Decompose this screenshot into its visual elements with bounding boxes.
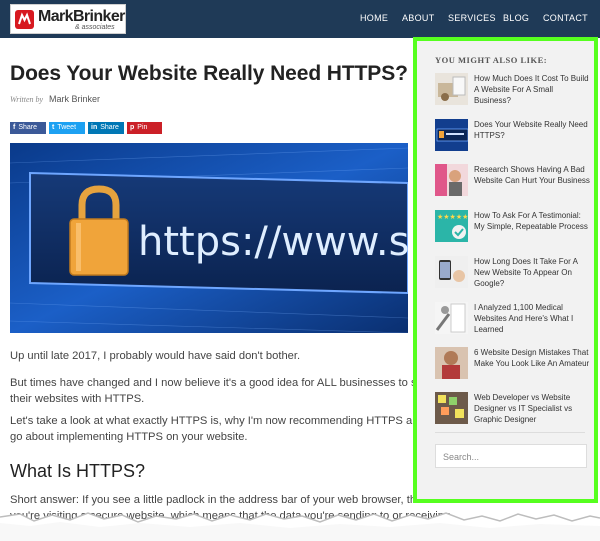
related-post-item[interactable]: I Analyzed 1,100 Medical Websites And He…	[435, 302, 587, 342]
post-thumbnail: ★★★★★	[435, 210, 468, 242]
post-title-link[interactable]: Does Your Website Really Need HTTPS?	[474, 119, 590, 141]
post-thumbnail	[435, 392, 468, 424]
twitter-icon: t	[52, 124, 55, 131]
pin-label: Pin	[137, 124, 148, 131]
body-paragraph-1: But times have changed and I now believe…	[10, 377, 445, 405]
nav-home[interactable]: HOME	[360, 13, 388, 23]
facebook-icon: f	[13, 124, 16, 131]
facebook-share-button[interactable]: f Share	[10, 122, 46, 134]
site-logo[interactable]: MarkBrinker & associates	[10, 4, 126, 34]
logo-subtext: & associates	[75, 24, 115, 31]
related-post-item[interactable]: How Much Does It Cost To Build A Website…	[435, 73, 590, 113]
nav-blog[interactable]: BLOG	[503, 13, 529, 23]
section-heading: What Is HTTPS?	[10, 461, 146, 481]
twitter-tweet-button[interactable]: t Tweet	[49, 122, 85, 134]
logo-mark-icon	[15, 10, 34, 29]
related-post-item[interactable]: How Long Does It Take For A New Website …	[435, 256, 587, 296]
related-post-item[interactable]: Does Your Website Really Need HTTPS?	[435, 119, 590, 159]
post-thumbnail	[435, 302, 468, 334]
byline-prefix: Written by	[10, 95, 44, 104]
search-input[interactable]: Search...	[435, 444, 587, 468]
pinterest-icon: p	[130, 124, 135, 131]
svg-text:★★★★★: ★★★★★	[437, 213, 468, 221]
post-thumbnail	[435, 347, 468, 379]
hero-url-text: https://www.ssl	[138, 219, 408, 265]
post-thumbnail	[435, 164, 468, 196]
site-header: MarkBrinker & associates HOME ABOUT SERV…	[0, 0, 600, 38]
related-post-item[interactable]: Web Developer vs Website Designer vs IT …	[435, 392, 587, 432]
linkedin-icon: in	[91, 124, 98, 131]
intro-paragraph: Up until late 2017, I probably would hav…	[10, 350, 301, 362]
linkedin-share-button[interactable]: in Share	[88, 122, 124, 134]
post-title-link[interactable]: Web Developer vs Website Designer vs IT …	[474, 392, 590, 425]
post-thumbnail	[435, 256, 468, 288]
author-link[interactable]: Mark Brinker	[49, 94, 100, 104]
post-title-link[interactable]: I Analyzed 1,100 Medical Websites And He…	[474, 302, 590, 335]
tweet-label: Tweet	[57, 124, 77, 131]
hero-image: https://www.ssl	[10, 143, 408, 333]
related-post-item[interactable]: ★★★★★ How To Ask For A Testimonial: My S…	[435, 210, 590, 250]
nav-about[interactable]: ABOUT	[402, 13, 435, 23]
sidebar-divider	[435, 432, 585, 433]
post-title-link[interactable]: Research Shows Having A Bad Website Can …	[474, 164, 590, 186]
post-title-link[interactable]: How Long Does It Take For A New Website …	[474, 256, 590, 289]
nav-contact[interactable]: CONTACT	[543, 13, 588, 23]
post-thumbnail	[435, 73, 468, 105]
related-post-item[interactable]: 6 Website Design Mistakes That Make You …	[435, 347, 590, 387]
post-title-link[interactable]: How Much Does It Cost To Build A Website…	[474, 73, 590, 106]
share-label: Share	[18, 124, 38, 131]
sidebar-title: YOU MIGHT ALSO LIKE:	[435, 55, 548, 65]
post-thumbnail	[435, 119, 468, 151]
torn-edge-decoration	[0, 512, 600, 541]
post-title-link[interactable]: 6 Website Design Mistakes That Make You …	[474, 347, 590, 369]
post-title-link[interactable]: How To Ask For A Testimonial: My Simple,…	[474, 210, 590, 232]
article-title: Does Your Website Really Need HTTPS?	[10, 62, 408, 85]
related-post-item[interactable]: Research Shows Having A Bad Website Can …	[435, 164, 590, 204]
search-placeholder: Search...	[443, 452, 480, 462]
pinterest-pin-button[interactable]: p Pin	[127, 122, 162, 134]
nav-services[interactable]: SERVICES	[448, 13, 496, 23]
body-paragraph-2: Let's take a look at what exactly HTTPS …	[10, 415, 470, 443]
share-label: Share	[100, 124, 119, 131]
